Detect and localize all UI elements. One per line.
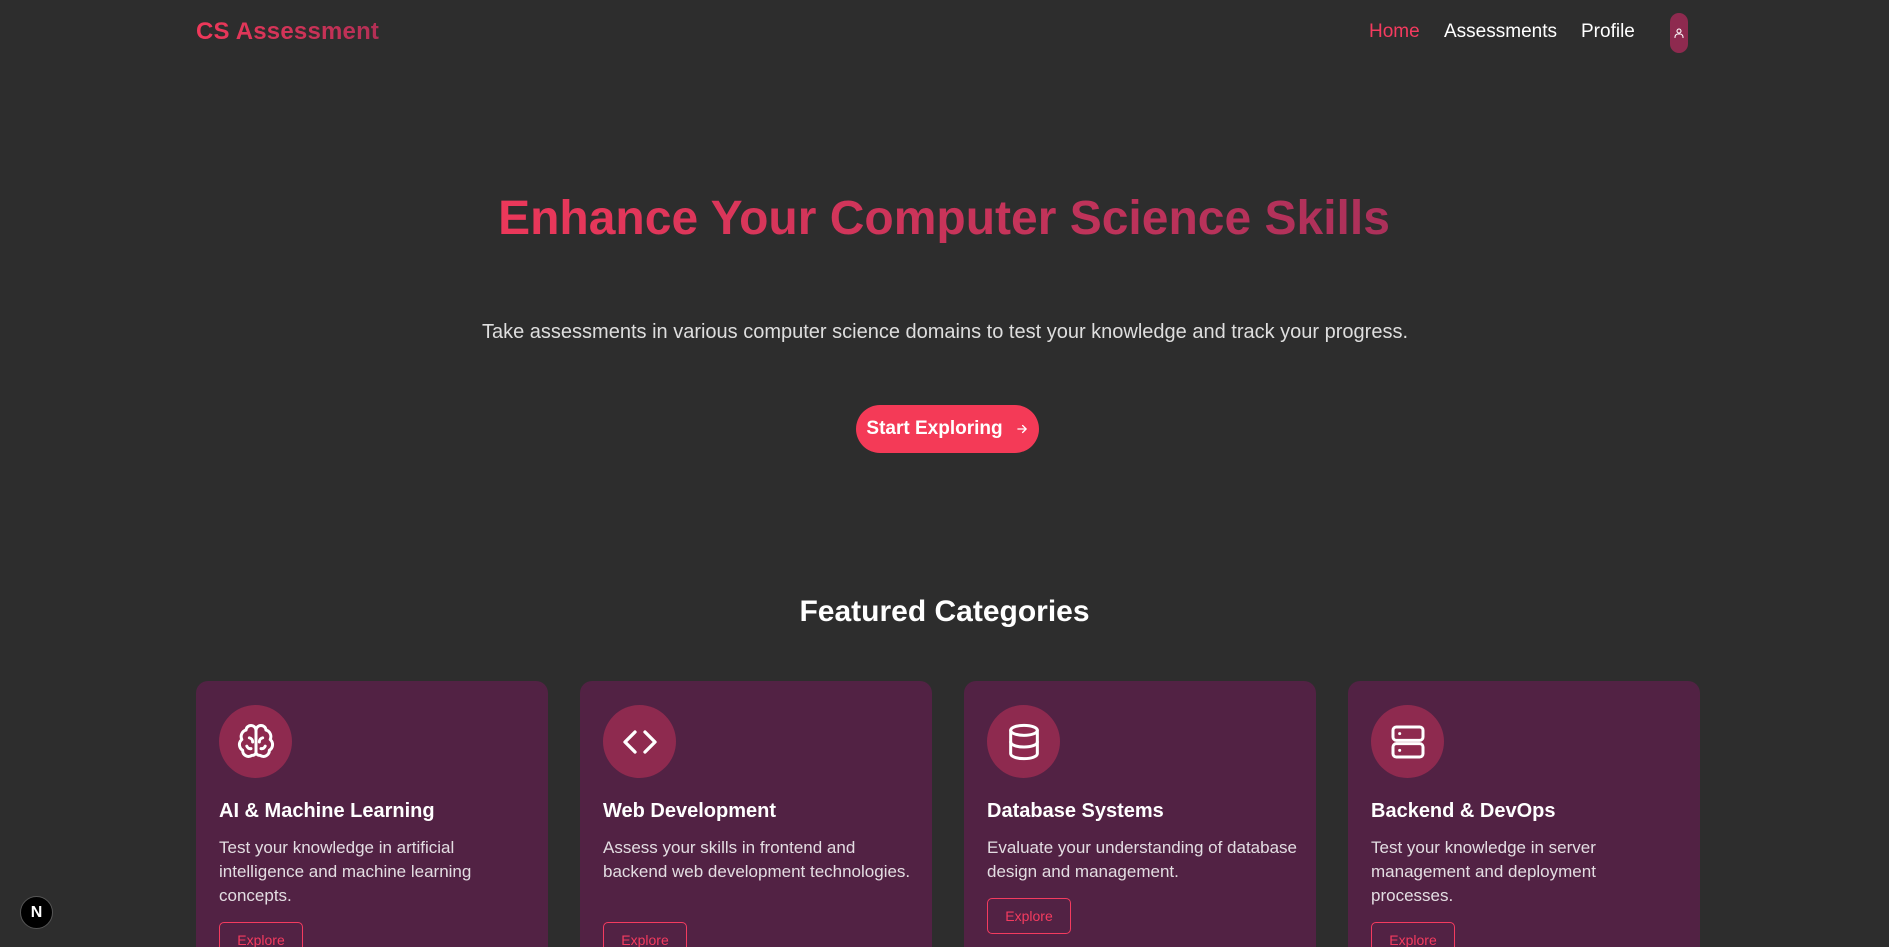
server-icon (1391, 725, 1424, 758)
card-description: Assess your skills in frontend and backe… (603, 838, 911, 881)
hero-subtitle: Take assessments in various computer sci… (482, 321, 1408, 343)
nav-profile-link[interactable]: Profile (1581, 21, 1635, 43)
nav-assessments-link[interactable]: Assessments (1444, 21, 1557, 43)
card-title: AI & Machine Learning (219, 800, 435, 822)
card-description: Test your knowledge in artificial intell… (219, 838, 472, 905)
hero-title: Enhance Your Computer Science Skills (444, 194, 1444, 243)
category-card-backend: Backend & DevOps Test your knowledge in … (1348, 681, 1700, 947)
explore-button[interactable]: Explore (219, 922, 303, 947)
card-icon-circle (1371, 705, 1444, 778)
card-icon-circle (987, 705, 1060, 778)
site-header: CS Assessment Home Assessments Profile (0, 0, 1889, 66)
card-description: Test your knowledge in server management… (1371, 838, 1596, 905)
brain-icon (237, 723, 274, 758)
category-card-ai: AI & Machine Learning Test your knowledg… (196, 681, 548, 947)
start-exploring-button[interactable]: Start Exploring (856, 405, 1039, 453)
category-card-database: Database Systems Evaluate your understan… (964, 681, 1316, 947)
user-icon (1674, 28, 1684, 39)
explore-button[interactable]: Explore (1371, 922, 1455, 947)
section-title: Featured Categories (799, 595, 1090, 628)
main-nav: Home Assessments Profile (0, 21, 1889, 47)
code-icon (622, 729, 657, 754)
card-description: Evaluate your understanding of database … (987, 838, 1298, 881)
card-title: Database Systems (987, 800, 1164, 822)
database-icon (1008, 723, 1039, 760)
category-card-web: Web Development Assess your skills in fr… (580, 681, 932, 947)
nav-home-link[interactable]: Home (1369, 21, 1420, 43)
start-exploring-label: Start Exploring (866, 418, 1003, 439)
user-menu-button[interactable] (1670, 13, 1688, 53)
arrow-right-icon (1016, 424, 1027, 434)
card-title: Web Development (603, 800, 776, 822)
dev-tools-badge[interactable]: N (20, 896, 53, 929)
card-title: Backend & DevOps (1371, 800, 1556, 822)
card-icon-circle (603, 705, 676, 778)
card-icon-circle (219, 705, 292, 778)
explore-button[interactable]: Explore (987, 898, 1071, 934)
explore-button[interactable]: Explore (603, 922, 687, 947)
